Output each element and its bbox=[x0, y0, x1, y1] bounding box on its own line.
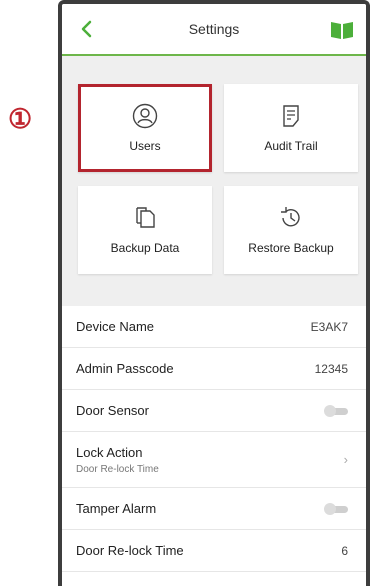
backup-data-tile[interactable]: Backup Data bbox=[78, 186, 212, 274]
lock-action-row[interactable]: Lock Action Door Re-lock Time › bbox=[62, 432, 366, 488]
device-name-value: E3AK7 bbox=[310, 319, 348, 334]
step-marker: ① bbox=[8, 104, 33, 135]
door-sensor-row: Door Sensor bbox=[62, 390, 366, 432]
audit-trail-tile[interactable]: Audit Trail bbox=[224, 84, 358, 172]
phone-screen: Settings Users Audit Trail Backup Data R… bbox=[58, 0, 370, 586]
door-sensor-toggle[interactable] bbox=[324, 404, 348, 417]
backup-data-label: Backup Data bbox=[110, 241, 180, 255]
lock-action-label: Lock Action bbox=[76, 444, 143, 460]
device-name-row[interactable]: Device Name E3AK7 bbox=[62, 306, 366, 348]
restore-backup-tile[interactable]: Restore Backup bbox=[224, 186, 358, 274]
door-relock-time-value: 6 bbox=[341, 543, 348, 558]
tamper-alarm-label: Tamper Alarm bbox=[76, 501, 157, 516]
tamper-alarm-toggle[interactable] bbox=[324, 502, 348, 515]
chevron-left-icon[interactable] bbox=[76, 18, 98, 40]
audit-trail-label: Audit Trail bbox=[264, 139, 318, 153]
settings-tiles: Users Audit Trail Backup Data Restore Ba… bbox=[62, 56, 366, 306]
page-title: Settings bbox=[188, 21, 240, 37]
tamper-alarm-row: Tamper Alarm bbox=[62, 488, 366, 530]
users-label: Users bbox=[129, 139, 161, 153]
admin-passcode-row[interactable]: Admin Passcode 12345 bbox=[62, 348, 366, 390]
copy-icon bbox=[136, 207, 155, 228]
door-relock-time-label: Door Re-lock Time bbox=[76, 543, 184, 558]
restore-backup-label: Restore Backup bbox=[248, 241, 334, 255]
app-header: Settings bbox=[62, 4, 366, 56]
door-sensor-label: Door Sensor bbox=[76, 403, 149, 418]
users-tile[interactable]: Users bbox=[78, 84, 212, 172]
admin-passcode-label: Admin Passcode bbox=[76, 361, 174, 376]
document-icon bbox=[283, 105, 299, 127]
book-icon[interactable] bbox=[330, 20, 354, 40]
user-icon bbox=[132, 103, 158, 129]
door-relock-time-row[interactable]: Door Re-lock Time 6 bbox=[62, 530, 366, 572]
device-name-label: Device Name bbox=[76, 319, 155, 334]
lock-action-sublabel: Door Re-lock Time bbox=[76, 463, 159, 475]
chevron-right-icon: › bbox=[343, 452, 348, 467]
admin-passcode-value: 12345 bbox=[314, 361, 348, 376]
history-icon bbox=[281, 207, 300, 227]
